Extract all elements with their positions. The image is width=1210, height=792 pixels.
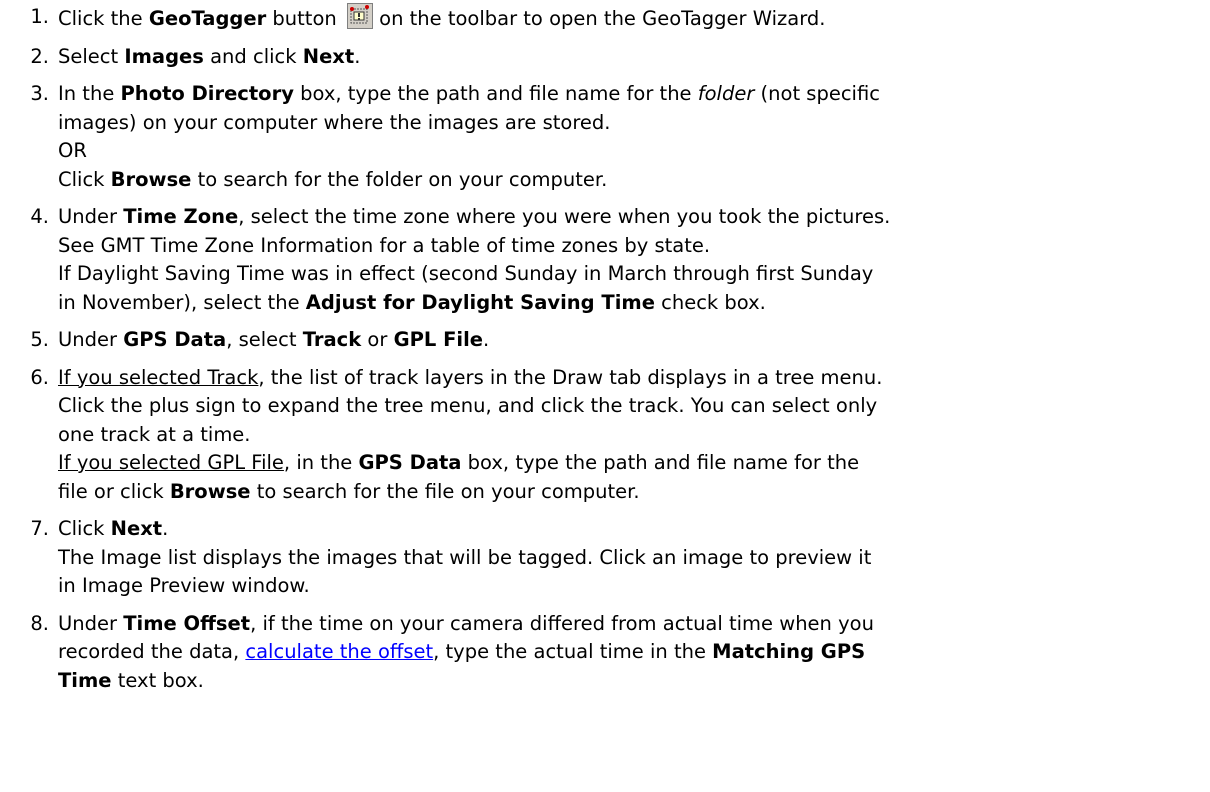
matching-gps-time-term: Time — [58, 668, 112, 692]
step-7-line-2: The Image list displays the images that … — [58, 545, 872, 569]
step-5-line: Under GPS Data, select Track or GPL File… — [58, 326, 1210, 355]
step-5: 5. Under GPS Data, select Track or GPL F… — [0, 326, 1210, 355]
step-number: 3. — [30, 82, 49, 105]
text: , in the — [283, 451, 359, 474]
text: Under — [58, 205, 124, 228]
matching-gps-time-term: Matching GPS — [712, 640, 866, 663]
step-number: 4. — [30, 205, 49, 228]
dst-checkbox-term: Adjust for Daylight Saving Time — [305, 290, 655, 314]
step-6-line-2: Click the plus sign to expand the tree m… — [58, 394, 878, 417]
step-number: 6. — [30, 365, 49, 389]
text: . — [162, 517, 169, 540]
text: Click — [58, 517, 111, 540]
step-7-line-1: Click Next. — [58, 515, 1210, 544]
time-offset-term: Time Offset — [123, 611, 251, 635]
step-6: 6. If you selected Track, the list of tr… — [0, 364, 1210, 507]
text: . — [354, 44, 361, 68]
text: recorded the data, — [58, 640, 246, 663]
step-4-line-1: Under Time Zone, select the time zone wh… — [58, 203, 1210, 232]
step-1-line: Click the GeoTagger button on the toolba… — [58, 3, 1210, 34]
text: , the list of track layers in the Draw t… — [258, 365, 883, 389]
text: In the — [58, 82, 121, 105]
step-3-line-4: Click Browse to search for the folder on… — [58, 166, 1210, 195]
step-7-line-3: in Image Preview window. — [58, 574, 310, 597]
calculate-offset-link[interactable]: calculate the offset — [245, 640, 433, 663]
text: Under — [58, 328, 124, 351]
step-8-line-1: Under Time Offset, if the time on your c… — [58, 610, 1210, 639]
step-4-line-4: in November), select the Adjust for Dayl… — [58, 289, 1210, 318]
step-6-line-5: file or click Browse to search for the f… — [58, 478, 1210, 507]
gpl-file-term: GPL File — [393, 328, 484, 351]
step-2-line: Select Images and click Next. — [58, 43, 1210, 72]
step-4-line-2: See GMT Time Zone Information for a tabl… — [58, 233, 711, 257]
step-4-line-3: If Daylight Saving Time was in effect (s… — [58, 262, 874, 285]
text: , type the actual time in the — [433, 640, 713, 663]
text: (not specific — [754, 82, 880, 105]
text: file or click — [58, 479, 170, 503]
text: or — [361, 328, 394, 351]
instructions-document: 1. Click the GeoTagger button on the too… — [0, 0, 1210, 695]
step-number: 8. — [30, 611, 49, 635]
step-8: 8. Under Time Offset, if the time on you… — [0, 610, 1210, 696]
text: to search for the folder on your compute… — [191, 167, 608, 191]
text: , select — [226, 328, 303, 351]
if-gpl-condition: If you selected GPL File — [58, 451, 284, 474]
step-3-line-2: images) on your computer where the image… — [58, 110, 611, 134]
text: Click the — [58, 7, 149, 30]
next-term: Next — [110, 517, 163, 540]
text: on the toolbar to open the GeoTagger Wiz… — [372, 7, 826, 30]
text: , if the time on your camera differed fr… — [250, 611, 874, 635]
photo-directory-term: Photo Directory — [120, 82, 294, 105]
step-number: 7. — [30, 517, 49, 540]
step-3-line-1: In the Photo Directory box, type the pat… — [58, 80, 1210, 109]
browse-term: Browse — [169, 479, 251, 503]
geotagger-term: GeoTagger — [148, 7, 267, 30]
text: Click — [58, 167, 111, 191]
gps-data-term: GPS Data — [358, 451, 462, 474]
step-8-line-3: Time text box. — [58, 667, 1210, 696]
text: , select the time zone where you were wh… — [238, 205, 891, 228]
text: check box. — [654, 290, 766, 314]
step-6-line-3: one track at a time. — [58, 422, 251, 446]
time-zone-term: Time Zone — [123, 205, 239, 228]
text: Under — [58, 611, 124, 635]
images-term: Images — [124, 44, 204, 68]
next-term: Next — [302, 44, 355, 68]
step-1: 1. Click the GeoTagger button on the too… — [0, 3, 1210, 34]
track-term: Track — [302, 328, 362, 351]
step-3: 3. In the Photo Directory box, type the … — [0, 80, 1210, 194]
text: in November), select the — [58, 290, 306, 314]
text: to search for the file on your computer. — [250, 479, 640, 503]
step-7: 7. Click Next. The Image list displays t… — [0, 515, 1210, 601]
text: button — [266, 7, 343, 30]
step-6-line-4: If you selected GPL File, in the GPS Dat… — [58, 449, 1210, 478]
step-3-line-3: OR — [58, 139, 87, 162]
step-6-line-1: If you selected Track, the list of track… — [58, 364, 1210, 393]
folder-term: folder — [697, 82, 755, 105]
geotagger-icon — [346, 3, 373, 29]
step-2: 2. Select Images and click Next. — [0, 43, 1210, 72]
step-number: 5. — [30, 328, 49, 351]
text: text box. — [111, 668, 204, 692]
text: box, type the path and file name for the — [461, 451, 860, 474]
text: and click — [203, 44, 303, 68]
step-4: 4. Under Time Zone, select the time zone… — [0, 203, 1210, 317]
step-number: 1. — [30, 5, 49, 28]
if-track-condition: If you selected Track — [58, 365, 259, 389]
browse-term: Browse — [110, 167, 192, 191]
step-8-line-2: recorded the data, calculate the offset,… — [58, 638, 1210, 667]
text: . — [483, 328, 490, 351]
gps-data-term: GPS Data — [123, 328, 227, 351]
step-number: 2. — [30, 44, 49, 68]
text: Select — [58, 44, 125, 68]
text: box, type the path and file name for the — [293, 82, 698, 105]
